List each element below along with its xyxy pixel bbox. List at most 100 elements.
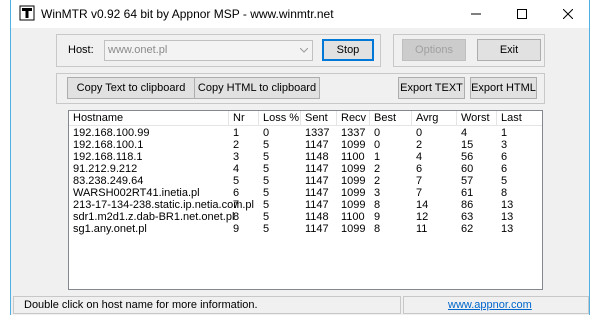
- cell-last: 8: [501, 187, 508, 199]
- host-dropdown-button[interactable]: [295, 41, 312, 60]
- cell-best: 3: [374, 187, 381, 199]
- cell-recv: 1337: [341, 127, 366, 139]
- cell-last: 6: [501, 163, 508, 175]
- options-button[interactable]: Options: [402, 39, 466, 61]
- column-header-sent[interactable]: Sent: [301, 111, 337, 126]
- cell-avrg: 14: [416, 199, 429, 211]
- cell-loss: 5: [263, 223, 270, 235]
- cell-last: 1: [501, 127, 508, 139]
- cell-nr: 9: [233, 223, 240, 235]
- cell-hostname[interactable]: 192.168.100.99: [69, 127, 149, 139]
- table-row[interactable]: 192.168.100.1 2 5 1147 1099 0 2 15 3: [69, 139, 542, 151]
- cell-worst: 15: [461, 139, 474, 151]
- cell-loss: 0: [263, 127, 270, 139]
- column-header-worst[interactable]: Worst: [457, 111, 497, 126]
- stop-button[interactable]: Stop: [322, 39, 374, 61]
- winmtr-logo-icon: [19, 5, 35, 21]
- minimize-icon: [471, 13, 481, 15]
- status-bar: Double click on host name for more infor…: [11, 295, 589, 315]
- export-html-button[interactable]: Export HTML: [470, 77, 537, 99]
- cell-worst: 60: [461, 163, 474, 175]
- cell-nr: 3: [233, 151, 240, 163]
- cell-best: 1: [374, 151, 381, 163]
- cell-last: 13: [501, 199, 514, 211]
- table-row[interactable]: 91.212.9.212 4 5 1147 1099 2 6 60 6: [69, 163, 542, 175]
- cell-last: 13: [501, 223, 514, 235]
- cell-worst: 63: [461, 211, 474, 223]
- table-row[interactable]: WARSH002RT41.inetia.pl 6 5 1147 1099 3 7 61 8: [69, 187, 542, 199]
- cell-hostname[interactable]: sdr1.m2d1.z.dab-BR1.net.onet.pl: [69, 211, 234, 223]
- cell-best: 9: [374, 211, 381, 223]
- cell-sent: 1337: [305, 127, 330, 139]
- cell-nr: 6: [233, 187, 240, 199]
- column-header-hostname[interactable]: Hostname: [69, 111, 229, 126]
- copy-text-button[interactable]: Copy Text to clipboard: [67, 77, 195, 99]
- cell-best: 2: [374, 163, 381, 175]
- cell-last: 6: [501, 151, 508, 163]
- cell-recv: 1099: [341, 223, 366, 235]
- close-icon: [563, 9, 573, 19]
- appnor-link[interactable]: www.appnor.com: [448, 299, 532, 311]
- exit-button[interactable]: Exit: [477, 39, 541, 61]
- cell-nr: 5: [233, 175, 240, 187]
- cell-hostname[interactable]: 83.238.249.64: [69, 175, 143, 187]
- column-header-nr[interactable]: Nr: [229, 111, 259, 126]
- maximize-icon: [517, 9, 527, 19]
- cell-last: 3: [501, 139, 508, 151]
- cell-worst: 86: [461, 199, 474, 211]
- host-label: Host:: [68, 44, 94, 56]
- cell-nr: 8: [233, 211, 240, 223]
- host-combobox[interactable]: www.onet.pl: [104, 40, 313, 61]
- close-button[interactable]: [545, 0, 591, 28]
- table-row[interactable]: sdr1.m2d1.z.dab-BR1.net.onet.pl 8 5 1148 110…: [69, 211, 542, 223]
- results-table[interactable]: Hostname Nr Loss % Sent Recv Best Avrg W…: [68, 110, 543, 290]
- cell-hostname[interactable]: 192.168.100.1: [69, 139, 143, 151]
- cell-loss: 5: [263, 175, 270, 187]
- cell-nr: 1: [233, 127, 240, 139]
- cell-recv: 1099: [341, 163, 366, 175]
- cell-recv: 1100: [341, 211, 365, 223]
- title-bar[interactable]: WinMTR v0.92 64 bit by Appnor MSP - www.…: [11, 0, 589, 28]
- cell-avrg: 7: [416, 175, 423, 187]
- cell-recv: 1100: [341, 151, 365, 163]
- cell-worst: 57: [461, 175, 474, 187]
- table-row[interactable]: 213-17-134-238.static.ip.netia.com.pl 7 5 1…: [69, 199, 542, 211]
- cell-hostname[interactable]: 213-17-134-238.static.ip.netia.com.pl: [69, 199, 254, 211]
- cell-hostname[interactable]: 192.168.118.1: [69, 151, 143, 163]
- cell-recv: 1099: [341, 187, 366, 199]
- column-header-avrg[interactable]: Avrg: [412, 111, 457, 126]
- cell-best: 2: [374, 175, 381, 187]
- cell-hostname[interactable]: 91.212.9.212: [69, 163, 137, 175]
- cell-sent: 1147: [305, 139, 329, 151]
- table-row[interactable]: 192.168.118.1 3 5 1148 1100 1 4 56 6: [69, 151, 542, 163]
- cell-sent: 1147: [305, 223, 329, 235]
- cell-avrg: 11: [416, 223, 428, 235]
- minimize-button[interactable]: [453, 0, 499, 28]
- maximize-button[interactable]: [499, 0, 545, 28]
- cell-loss: 5: [263, 211, 270, 223]
- column-header-recv[interactable]: Recv: [337, 111, 370, 126]
- cell-last: 5: [501, 175, 508, 187]
- cell-best: 8: [374, 223, 381, 235]
- cell-worst: 4: [461, 127, 468, 139]
- column-header-loss[interactable]: Loss %: [259, 111, 301, 126]
- cell-loss: 5: [263, 139, 270, 151]
- status-link-panel: www.appnor.com: [403, 296, 589, 314]
- table-row[interactable]: sg1.any.onet.pl 9 5 1147 1099 8 11 62 13: [69, 223, 542, 235]
- cell-hostname[interactable]: WARSH002RT41.inetia.pl: [69, 187, 200, 199]
- column-header-best[interactable]: Best: [370, 111, 412, 126]
- host-input[interactable]: www.onet.pl: [108, 44, 167, 56]
- table-header: Hostname Nr Loss % Sent Recv Best Avrg W…: [69, 111, 542, 126]
- copy-html-button[interactable]: Copy HTML to clipboard: [194, 77, 320, 99]
- status-message: Double click on host name for more infor…: [13, 296, 401, 314]
- cell-hostname[interactable]: sg1.any.onet.pl: [69, 223, 147, 235]
- export-text-button[interactable]: Export TEXT: [398, 77, 465, 99]
- cell-avrg: 6: [416, 163, 423, 175]
- table-row[interactable]: 192.168.100.99 1 0 1337 1337 0 0 4 1: [69, 127, 542, 139]
- column-header-last[interactable]: Last: [497, 111, 542, 126]
- table-row[interactable]: 83.238.249.64 5 5 1147 1099 2 7 57 5: [69, 175, 542, 187]
- cell-best: 8: [374, 199, 381, 211]
- cell-loss: 5: [263, 163, 270, 175]
- cell-sent: 1147: [305, 163, 329, 175]
- cell-nr: 7: [233, 199, 240, 211]
